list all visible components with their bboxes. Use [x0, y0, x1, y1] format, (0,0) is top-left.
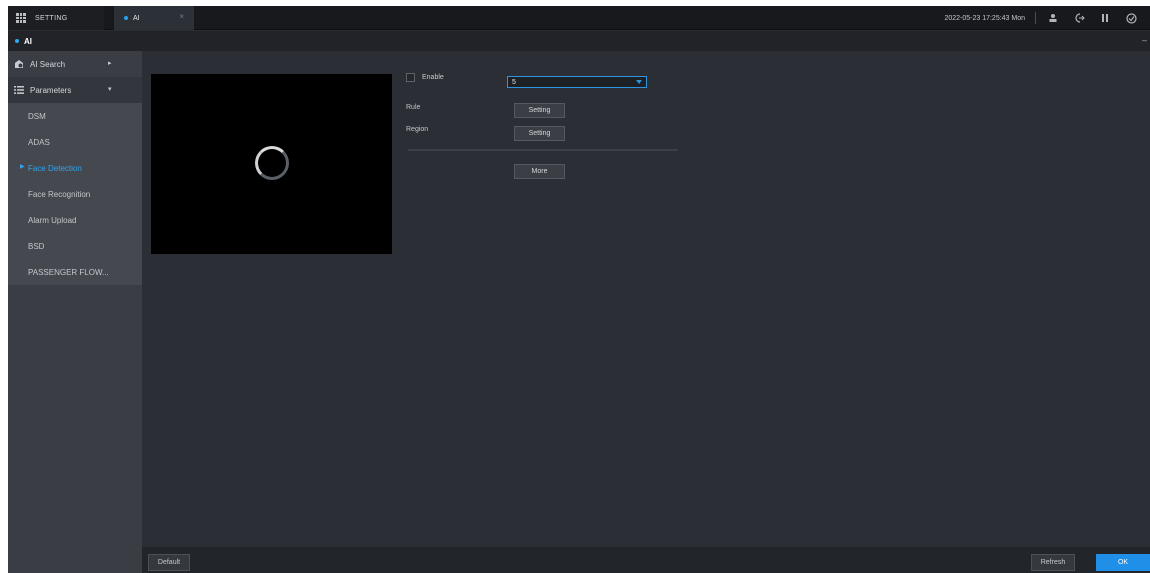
page-title-bar: AI – — [8, 31, 1150, 51]
tab-ai-label: AI — [133, 14, 140, 22]
sidebar-item-bsd[interactable]: BSD — [8, 233, 142, 259]
network-icon[interactable] — [1124, 11, 1138, 25]
chevron-down-icon — [636, 80, 642, 84]
sidebar-item-label: DSM — [28, 111, 46, 121]
datetime: 2022-05-23 17:25:43 Mon — [944, 14, 1025, 22]
apps-icon[interactable] — [1098, 11, 1112, 25]
sidebar-item-adas[interactable]: ADAS — [8, 129, 142, 155]
sidebar-item-face-recognition[interactable]: Face Recognition — [8, 181, 142, 207]
sidebar: AI Search ▸ Parameters ▾ DSM ADAS ▶ Face… — [8, 51, 142, 573]
rule-label: Rule — [406, 104, 421, 111]
tab-ai[interactable]: AI × — [114, 6, 194, 30]
enable-row: Enable — [406, 73, 444, 82]
divider — [1035, 12, 1036, 24]
sidebar-group-ai-search[interactable]: AI Search ▸ — [8, 51, 142, 77]
app-window: SETTING AI × 2022-05-23 17:25:43 Mon AI … — [8, 6, 1150, 573]
ok-button[interactable]: OK — [1096, 554, 1150, 571]
sidebar-item-label: Face Recognition — [28, 189, 91, 199]
chevron-right-icon: ▸ — [108, 60, 112, 67]
grid-menu-icon — [16, 13, 26, 23]
sidebar-item-label: ADAS — [28, 137, 50, 147]
sidebar-group-parameters[interactable]: Parameters ▾ — [8, 77, 142, 103]
tab-setting-label: SETTING — [35, 14, 68, 22]
sidebar-item-label: Face Detection — [28, 163, 82, 173]
enable-label: Enable — [422, 74, 444, 81]
loading-spinner-icon — [255, 146, 289, 180]
active-dot-icon — [124, 16, 128, 20]
ai-search-icon — [15, 60, 23, 68]
form-divider — [408, 149, 678, 151]
sidebar-item-alarm-upload[interactable]: Alarm Upload — [8, 207, 142, 233]
title-dot-icon — [15, 39, 19, 43]
page-title: AI — [24, 36, 32, 46]
sidebar-group-label: AI Search — [30, 59, 66, 69]
rule-setting-button[interactable]: Setting — [514, 103, 565, 118]
selected-pointer-icon: ▶ — [20, 164, 25, 170]
list-icon — [14, 86, 24, 94]
sidebar-item-label: BSD — [28, 241, 45, 251]
top-bar: SETTING AI × 2022-05-23 17:25:43 Mon — [8, 6, 1150, 30]
sidebar-group-label: Parameters — [30, 85, 72, 95]
logout-icon[interactable] — [1072, 11, 1086, 25]
tab-close-icon[interactable]: × — [179, 12, 184, 21]
enable-checkbox[interactable] — [406, 73, 415, 82]
sidebar-item-passenger-flow[interactable]: PASSENGER FLOW... — [8, 259, 142, 285]
chevron-down-icon: ▾ — [108, 86, 112, 93]
more-button[interactable]: More — [514, 164, 565, 179]
top-right-tools: 2022-05-23 17:25:43 Mon — [944, 6, 1150, 30]
region-label: Region — [406, 126, 429, 133]
bottom-bar: Default Refresh OK — [142, 547, 1150, 573]
refresh-button[interactable]: Refresh — [1031, 554, 1075, 571]
region-setting-button[interactable]: Setting — [514, 126, 565, 141]
channel-select-value: 5 — [512, 78, 516, 86]
sidebar-item-label: Alarm Upload — [28, 215, 77, 225]
tab-setting[interactable]: SETTING — [8, 6, 104, 30]
sidebar-item-face-detection[interactable]: ▶ Face Detection — [8, 155, 142, 181]
sidebar-item-dsm[interactable]: DSM — [8, 103, 142, 129]
user-icon[interactable] — [1046, 11, 1060, 25]
default-button[interactable]: Default — [148, 554, 190, 571]
channel-select[interactable]: 5 — [507, 76, 647, 88]
sidebar-item-label: PASSENGER FLOW... — [28, 267, 109, 277]
main-content: Enable 5 Rule Setting Region Setting Mor… — [142, 51, 1150, 547]
minimize-icon[interactable]: – — [1142, 35, 1147, 45]
video-preview[interactable] — [151, 74, 392, 254]
